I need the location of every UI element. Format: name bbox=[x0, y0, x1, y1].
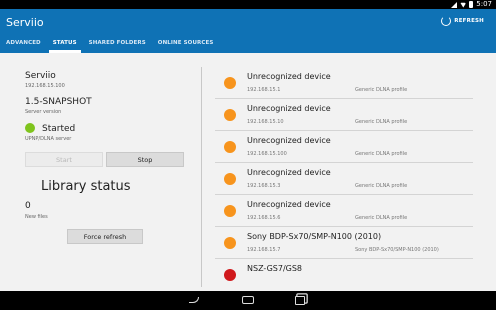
server-version: 1.5-SNAPSHOT bbox=[25, 97, 92, 107]
back-button[interactable] bbox=[187, 294, 201, 306]
device-ip: 192.168.15.100 bbox=[247, 151, 287, 157]
refresh-label: REFRESH bbox=[454, 18, 484, 24]
navigation-bar bbox=[0, 291, 496, 310]
recent-apps-icon bbox=[295, 295, 305, 305]
server-status: Started bbox=[42, 124, 76, 134]
device-name: Sony BDP-Sx70/SMP-N100 (2010) bbox=[247, 232, 382, 241]
device-status-indicator bbox=[224, 173, 236, 185]
force-refresh-button[interactable]: Force refresh bbox=[67, 229, 143, 244]
tab-advanced[interactable]: ADVANCED bbox=[0, 36, 47, 53]
tab-online-sources[interactable]: ONLINE SOURCES bbox=[152, 36, 220, 53]
server-name: Serviio bbox=[25, 71, 56, 81]
app-title: Serviio bbox=[6, 16, 44, 29]
device-profile: Generic DLNA profile bbox=[355, 151, 408, 157]
home-icon bbox=[242, 296, 254, 304]
start-button[interactable]: Start bbox=[25, 152, 103, 167]
device-row[interactable]: Unrecognized device 192.168.15.1 Generic… bbox=[215, 67, 473, 99]
recent-apps-button[interactable] bbox=[293, 294, 307, 306]
device-status-indicator bbox=[224, 237, 236, 249]
refresh-button[interactable]: REFRESH bbox=[441, 16, 484, 26]
refresh-icon bbox=[441, 16, 452, 26]
device-row[interactable]: Sony BDP-Sx70/SMP-N100 (2010) 192.168.15… bbox=[215, 227, 473, 259]
status-bar: 5:07 bbox=[0, 0, 496, 9]
device-name: Unrecognized device bbox=[247, 72, 331, 81]
device-name: Unrecognized device bbox=[247, 200, 331, 209]
tab-bar: ADVANCED STATUS SHARED FOLDERS ONLINE SO… bbox=[0, 36, 496, 53]
device-name: NSZ-GS7/GS8 bbox=[247, 264, 303, 273]
home-button[interactable] bbox=[241, 294, 255, 306]
device-status-indicator bbox=[224, 269, 236, 281]
device-profile: Generic DLNA profile bbox=[355, 87, 408, 93]
device-name: Unrecognized device bbox=[247, 168, 331, 177]
device-name: Unrecognized device bbox=[247, 136, 331, 145]
status-content: Serviio 192.168.15.100 1.5-SNAPSHOT Serv… bbox=[0, 53, 496, 291]
device-status-indicator bbox=[224, 205, 236, 217]
back-icon bbox=[189, 297, 199, 303]
device-profile: Sony BDP-Sx70/SMP-N100 (2010) bbox=[355, 247, 439, 253]
device-name: Unrecognized device bbox=[247, 104, 331, 113]
tab-status[interactable]: STATUS bbox=[47, 36, 83, 53]
device-row[interactable]: NSZ-GS7/GS8 bbox=[215, 259, 473, 285]
server-version-label: Server version bbox=[25, 109, 62, 115]
device-profile: Generic DLNA profile bbox=[355, 119, 408, 125]
battery-icon bbox=[469, 1, 474, 8]
tab-shared-folders[interactable]: SHARED FOLDERS bbox=[83, 36, 152, 53]
new-files-count: 0 bbox=[25, 201, 31, 211]
library-status-heading: Library status bbox=[41, 179, 131, 194]
stop-button[interactable]: Stop bbox=[106, 152, 184, 167]
server-status-indicator bbox=[25, 123, 35, 133]
device-ip: 192.168.15.7 bbox=[247, 247, 281, 253]
device-profile: Generic DLNA profile bbox=[355, 183, 408, 189]
device-status-indicator bbox=[224, 141, 236, 153]
device-ip: 192.168.15.3 bbox=[247, 183, 281, 189]
panel-divider bbox=[201, 67, 202, 287]
server-status-label: UPNP/DLNA server bbox=[25, 136, 72, 142]
device-status-indicator bbox=[224, 109, 236, 121]
device-row[interactable]: Unrecognized device 192.168.15.3 Generic… bbox=[215, 163, 473, 195]
signal-icon bbox=[451, 1, 458, 8]
device-status-indicator bbox=[224, 77, 236, 89]
device-row[interactable]: Unrecognized device 192.168.15.6 Generic… bbox=[215, 195, 473, 227]
device-row[interactable]: Unrecognized device 192.168.15.10 Generi… bbox=[215, 99, 473, 131]
action-bar: Serviio REFRESH bbox=[0, 9, 496, 36]
device-ip: 192.168.15.10 bbox=[247, 119, 284, 125]
wifi-icon bbox=[460, 2, 467, 8]
server-ip: 192.168.15.100 bbox=[25, 83, 65, 89]
device-ip: 192.168.15.1 bbox=[247, 87, 281, 93]
new-files-label: New files bbox=[25, 214, 48, 220]
device-row[interactable]: Unrecognized device 192.168.15.100 Gener… bbox=[215, 131, 473, 163]
device-profile: Generic DLNA profile bbox=[355, 215, 408, 221]
status-time: 5:07 bbox=[476, 0, 492, 8]
status-icons: 5:07 bbox=[451, 0, 492, 9]
device-ip: 192.168.15.6 bbox=[247, 215, 281, 221]
